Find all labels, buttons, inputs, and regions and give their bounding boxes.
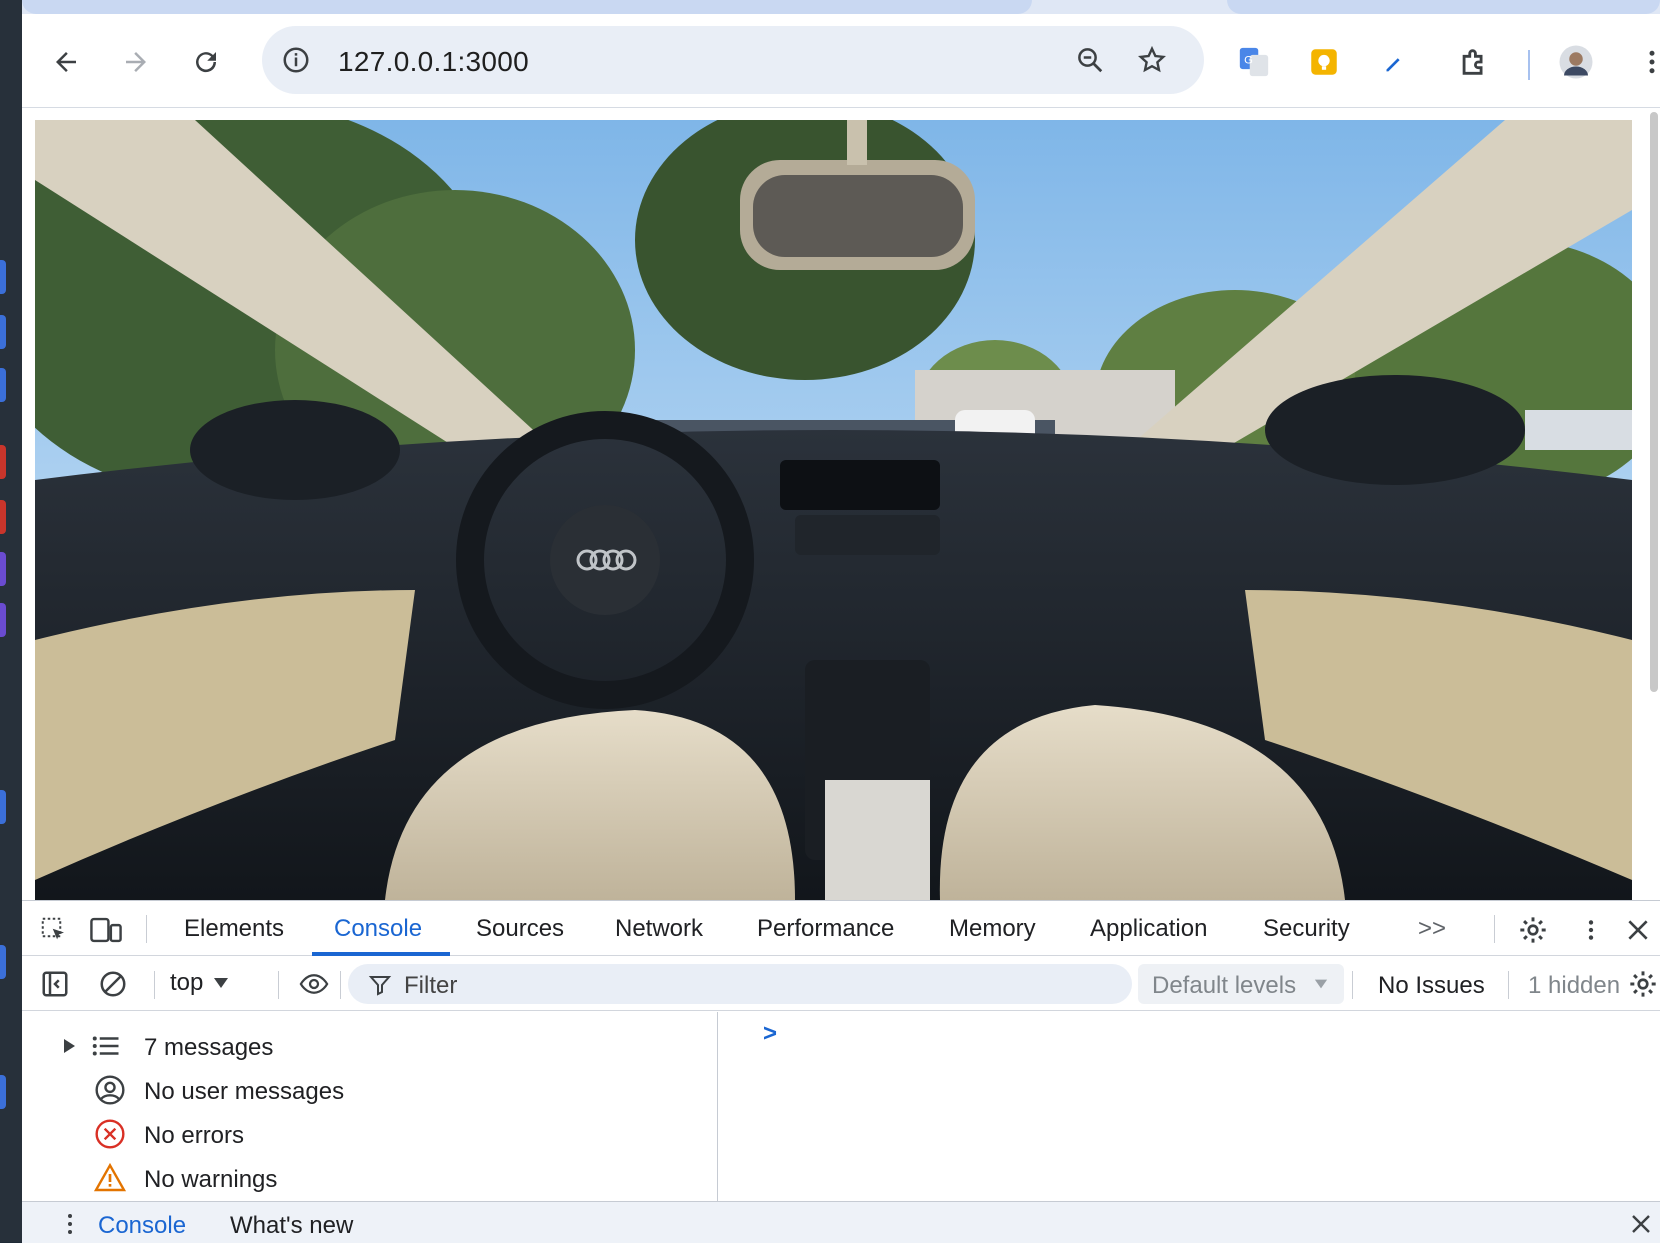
active-tab-indicator bbox=[312, 952, 450, 956]
bookmark-star-icon[interactable] bbox=[1134, 42, 1170, 78]
site-info-icon[interactable] bbox=[278, 42, 314, 78]
settings-gear-icon[interactable] bbox=[1516, 913, 1550, 947]
keep-extension-icon[interactable] bbox=[1306, 44, 1342, 80]
tab-application[interactable]: Application bbox=[1090, 915, 1207, 943]
divider bbox=[146, 915, 147, 943]
clear-console-icon[interactable] bbox=[96, 967, 130, 1001]
toolbar-divider bbox=[1528, 50, 1530, 80]
tab-sources[interactable]: Sources bbox=[476, 915, 564, 943]
dock-indicator bbox=[0, 552, 6, 586]
device-toggle-icon[interactable] bbox=[88, 914, 124, 946]
close-icon[interactable] bbox=[1622, 913, 1654, 947]
sidebar-item-errors[interactable]: No errors bbox=[22, 1114, 718, 1154]
dock-indicator bbox=[0, 445, 6, 479]
dock-indicator bbox=[0, 315, 6, 349]
zoom-icon[interactable] bbox=[1072, 42, 1108, 78]
tab-network[interactable]: Network bbox=[615, 915, 703, 943]
console-settings-gear-icon[interactable] bbox=[1626, 967, 1660, 1001]
log-levels-dropdown[interactable]: Default levels bbox=[1138, 964, 1344, 1004]
chevron-down-icon bbox=[214, 978, 229, 988]
error-icon bbox=[94, 1118, 126, 1150]
dock-indicator bbox=[0, 260, 6, 294]
divider bbox=[1352, 971, 1353, 999]
page-scrollbar[interactable] bbox=[1650, 112, 1658, 692]
browser-window: 127.0.0.1:3000 G Elements Console Source… bbox=[22, 0, 1660, 1243]
dock-strip bbox=[0, 0, 22, 1242]
filter-input[interactable]: Filter bbox=[348, 964, 1132, 1004]
devtools-tab-bar: Elements Console Sources Network Perform… bbox=[22, 901, 1660, 956]
tab-console[interactable]: Console bbox=[334, 915, 422, 943]
list-icon bbox=[90, 1030, 122, 1062]
expand-triangle-icon bbox=[64, 1039, 75, 1053]
back-button[interactable] bbox=[46, 42, 86, 82]
dock-indicator bbox=[0, 1075, 6, 1109]
dock-indicator bbox=[0, 500, 6, 534]
levels-label: Default levels bbox=[1152, 972, 1297, 999]
arrow-left-icon bbox=[56, 52, 76, 72]
browser-tab[interactable] bbox=[22, 0, 1032, 14]
dock-indicator bbox=[0, 945, 6, 979]
browser-toolbar: 127.0.0.1:3000 G bbox=[22, 14, 1660, 108]
dock-indicator bbox=[0, 603, 6, 637]
tab-strip bbox=[22, 0, 1660, 14]
pen-extension-icon[interactable] bbox=[1376, 44, 1412, 80]
tab-security[interactable]: Security bbox=[1263, 915, 1350, 943]
arrow-right-icon bbox=[126, 52, 146, 72]
reload-icon bbox=[196, 52, 217, 73]
context-label: top bbox=[170, 969, 204, 996]
sidebar-item-messages[interactable]: 7 messages bbox=[22, 1026, 718, 1066]
sidebar-item-label: No errors bbox=[144, 1122, 245, 1149]
more-tabs-button[interactable]: >> bbox=[1418, 915, 1446, 943]
browser-tab[interactable] bbox=[1227, 0, 1660, 14]
divider bbox=[1508, 971, 1509, 999]
chevron-down-icon bbox=[1314, 979, 1328, 989]
divider bbox=[340, 971, 341, 999]
dock-indicator bbox=[0, 790, 6, 824]
sidebar-item-label: 7 messages bbox=[144, 1034, 274, 1061]
divider bbox=[278, 971, 279, 999]
console-sidebar: 7 messages No user messages No errors No… bbox=[22, 1012, 718, 1202]
sidebar-item-label: No user messages bbox=[144, 1078, 345, 1105]
eye-icon[interactable] bbox=[296, 967, 332, 1001]
sidebar-item-label: No warnings bbox=[144, 1166, 278, 1193]
issues-count[interactable]: No Issues bbox=[1378, 972, 1485, 1000]
sidebar-toggle-icon[interactable] bbox=[38, 967, 72, 1001]
hidden-count: 1 hidden bbox=[1528, 972, 1621, 999]
inspect-element-icon[interactable] bbox=[38, 914, 70, 946]
forward-button[interactable] bbox=[116, 42, 156, 82]
avatar[interactable] bbox=[1558, 44, 1594, 80]
car-interior-photo bbox=[35, 120, 1632, 900]
drawer-tab-console[interactable]: Console bbox=[98, 1212, 186, 1240]
address-bar[interactable]: 127.0.0.1:3000 bbox=[262, 26, 1204, 94]
tab-performance[interactable]: Performance bbox=[757, 915, 894, 943]
drawer-close-icon[interactable] bbox=[1626, 1208, 1656, 1240]
drawer-menu-icon[interactable] bbox=[60, 1208, 80, 1240]
url-text[interactable]: 127.0.0.1:3000 bbox=[338, 46, 529, 78]
more-menu-icon[interactable] bbox=[1634, 44, 1660, 80]
devtools-panel: Elements Console Sources Network Perform… bbox=[22, 900, 1660, 1243]
filter-placeholder: Filter bbox=[404, 972, 458, 999]
divider bbox=[1494, 915, 1495, 943]
devtools-drawer-bar: Console What's new bbox=[22, 1201, 1660, 1243]
extensions-puzzle-icon[interactable] bbox=[1456, 44, 1492, 80]
sidebar-item-warnings[interactable]: No warnings bbox=[22, 1158, 718, 1198]
svg-text:G: G bbox=[1244, 54, 1253, 66]
console-filter-bar: top Filter Default levels No Issues 1 hi… bbox=[22, 957, 1660, 1011]
dock-indicator bbox=[0, 368, 6, 402]
filter-icon bbox=[368, 976, 392, 996]
console-prompt: > bbox=[763, 1020, 778, 1047]
reload-button[interactable] bbox=[186, 42, 226, 82]
translate-extension-icon[interactable]: G bbox=[1236, 44, 1272, 80]
tab-memory[interactable]: Memory bbox=[949, 915, 1036, 943]
warning-icon bbox=[94, 1162, 126, 1194]
divider bbox=[154, 971, 155, 999]
user-icon bbox=[94, 1074, 126, 1106]
console-prompt-area[interactable]: > bbox=[719, 1012, 1660, 1201]
devtools-menu-icon[interactable] bbox=[1576, 913, 1606, 947]
sidebar-item-user-messages[interactable]: No user messages bbox=[22, 1070, 718, 1110]
drawer-tab-whats-new[interactable]: What's new bbox=[230, 1212, 353, 1240]
page-viewport bbox=[22, 108, 1660, 900]
tab-elements[interactable]: Elements bbox=[184, 915, 284, 943]
context-selector[interactable]: top bbox=[170, 969, 229, 997]
